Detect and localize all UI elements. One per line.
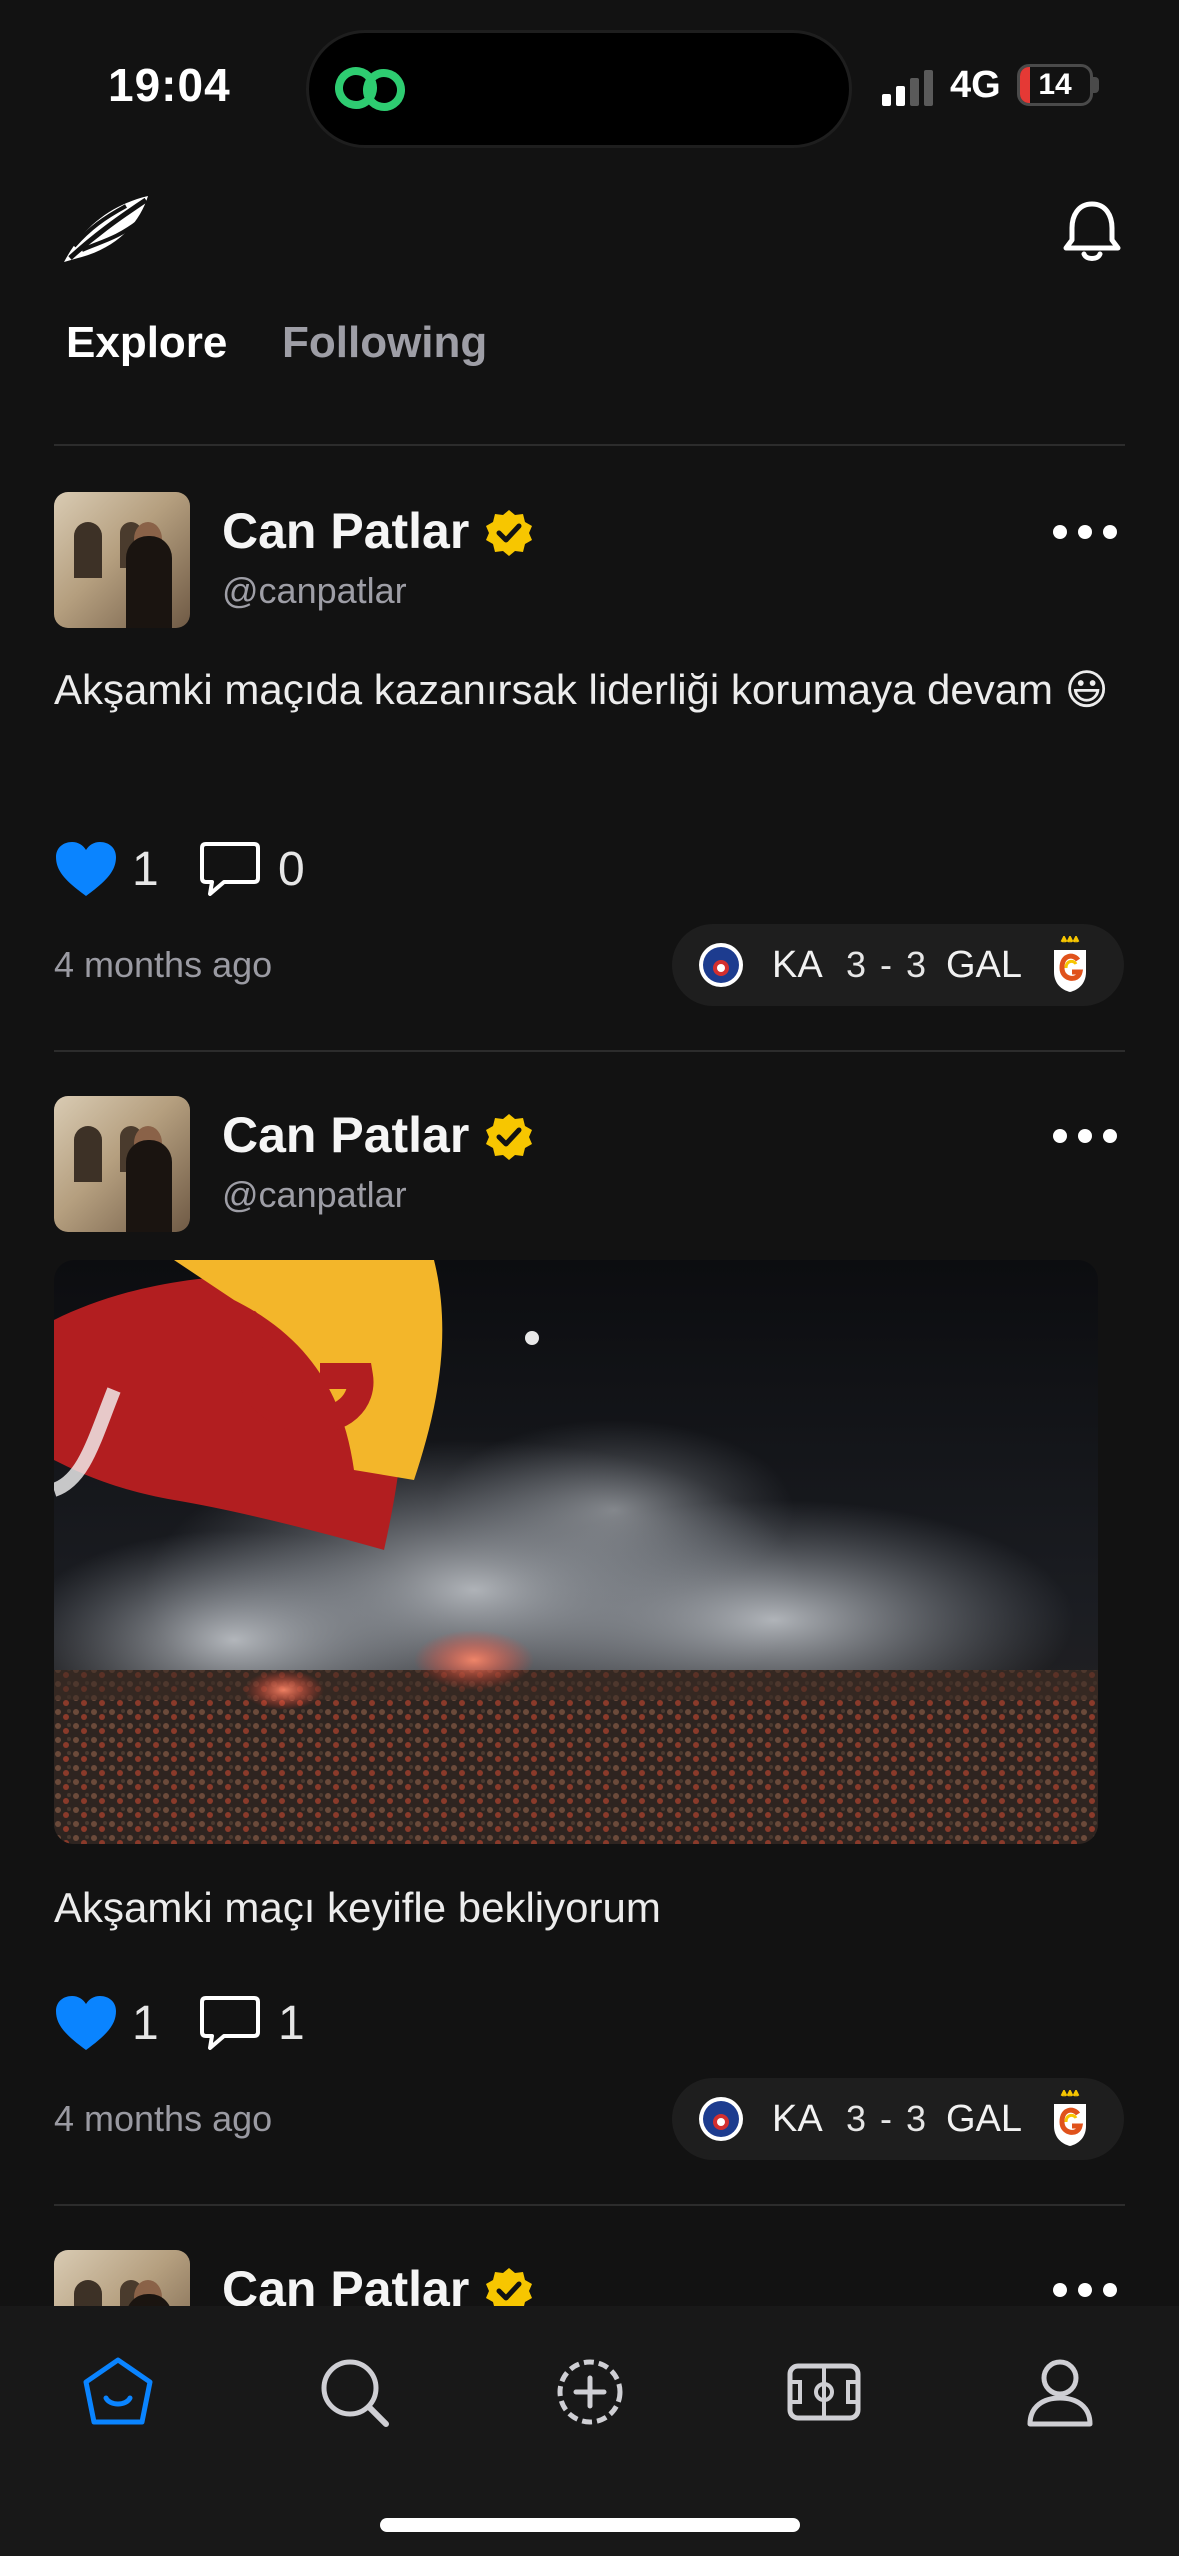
post-text: Akşamki maçıda kazanırsak liderliği koru… <box>54 666 1109 713</box>
home-team: KA <box>772 944 823 986</box>
tab-following[interactable]: Following <box>282 318 487 368</box>
home-indicator[interactable] <box>380 2518 800 2532</box>
kasimpasa-crest-icon <box>699 2097 743 2141</box>
match-score-chip[interactable]: KA 3 - 3 GAL <box>672 924 1124 1006</box>
kasimpasa-crest-icon <box>699 943 743 987</box>
heart-icon[interactable] <box>54 840 118 898</box>
heart-icon[interactable] <box>54 1994 118 2052</box>
avatar[interactable] <box>54 492 190 628</box>
pitch-icon[interactable] <box>786 2354 862 2430</box>
battery-nub <box>1093 77 1099 93</box>
comment-icon[interactable] <box>200 1994 260 2050</box>
network-type: 4G <box>950 64 1001 106</box>
divider <box>54 1050 1125 1052</box>
verified-badge-icon <box>486 510 532 556</box>
tab-explore[interactable]: Explore <box>66 318 227 368</box>
post-text: Akşamki maçı keyifle bekliyorum <box>54 1884 661 1931</box>
post-time: 4 months ago <box>54 944 273 985</box>
author-name[interactable]: Can Patlar <box>222 502 469 560</box>
status-time: 19:04 <box>108 59 231 111</box>
post-time: 4 months ago <box>54 2098 273 2139</box>
more-options-icon[interactable] <box>1050 1124 1120 1148</box>
home-team: KA <box>772 2098 823 2140</box>
away-team: GAL <box>946 944 1023 986</box>
comment-count: 0 <box>278 843 305 896</box>
author-handle[interactable]: @canpatlar <box>222 1174 407 1216</box>
home-icon[interactable] <box>80 2354 156 2430</box>
divider <box>54 444 1125 446</box>
galatasaray-crest-icon <box>1054 936 1086 992</box>
verified-badge-icon <box>486 1114 532 1160</box>
like-count: 1 <box>132 1997 159 2050</box>
away-team: GAL <box>946 2098 1023 2140</box>
divider <box>54 2204 1125 2206</box>
galatasaray-crest-icon <box>1054 2090 1086 2146</box>
profile-icon[interactable] <box>1022 2354 1098 2430</box>
cellular-signal-icon <box>882 70 933 106</box>
more-options-icon[interactable] <box>1050 2278 1120 2302</box>
battery-percent: 14 <box>1038 68 1072 101</box>
match-score: 3 - 3 <box>846 944 929 985</box>
avatar[interactable] <box>54 1096 190 1232</box>
author-name[interactable]: Can Patlar <box>222 1106 469 1164</box>
link-rings-icon <box>335 67 405 111</box>
match-score-chip[interactable]: KA 3 - 3 GAL <box>672 2078 1124 2160</box>
match-score: 3 - 3 <box>846 2098 929 2139</box>
more-options-icon[interactable] <box>1050 520 1120 544</box>
search-icon[interactable] <box>316 2354 392 2430</box>
like-count: 1 <box>132 843 159 896</box>
feather-logo-icon[interactable] <box>60 192 154 266</box>
dynamic-island <box>306 30 852 148</box>
bell-icon[interactable] <box>1058 196 1126 264</box>
post-image[interactable] <box>54 1260 1098 1844</box>
add-post-icon[interactable] <box>552 2354 628 2430</box>
comment-count: 1 <box>278 1997 305 2050</box>
battery-icon: 14 <box>1017 64 1093 106</box>
author-handle[interactable]: @canpatlar <box>222 570 407 612</box>
comment-icon[interactable] <box>200 840 260 896</box>
